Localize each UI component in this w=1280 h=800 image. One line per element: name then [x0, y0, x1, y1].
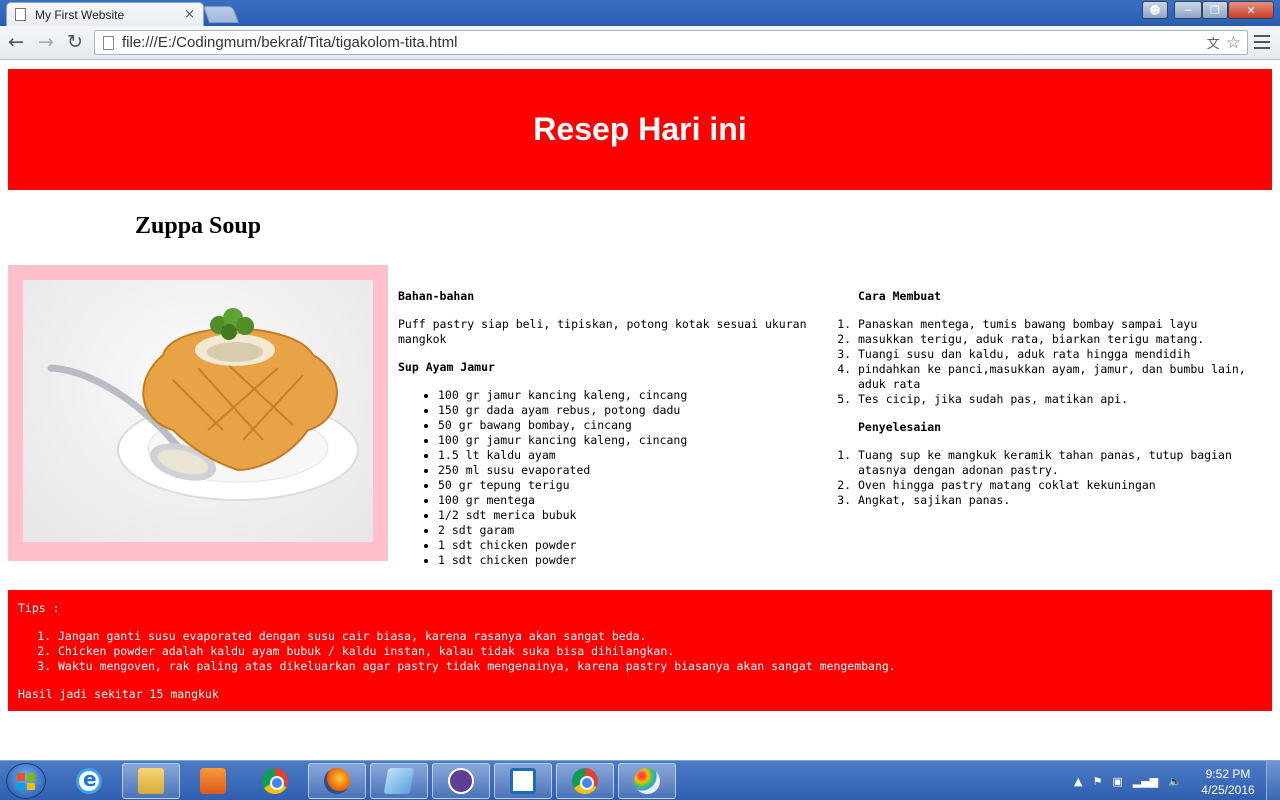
tips-section: Tips : Jangan ganti susu evaporated deng… [8, 590, 1272, 711]
zuppa-soup-photo [23, 280, 373, 542]
list-item: Tuangi susu dan kaldu, aduk rata hingga … [858, 347, 1264, 362]
translate-icon[interactable]: 文 [1207, 33, 1220, 52]
back-arrow-icon[interactable]: ← [4, 30, 28, 54]
page-title: Resep Hari ini [533, 111, 747, 147]
menu-hamburger-icon[interactable] [1254, 35, 1270, 53]
tips-heading: Tips : [18, 601, 60, 615]
network-signal-icon[interactable]: ▂▄▆ [1133, 775, 1158, 788]
notepad-icon [383, 768, 415, 794]
soup-subheading: Sup Ayam Jamur [398, 360, 495, 374]
list-item: Tuang sup ke mangkuk keramik tahan panas… [858, 448, 1264, 478]
taskbar-chrome-active[interactable] [556, 763, 614, 799]
browser-tab[interactable]: My First Website × [6, 2, 204, 26]
reload-icon[interactable]: ↻ [63, 30, 87, 54]
page-icon [15, 8, 26, 21]
taskbar-chrome[interactable] [246, 763, 304, 799]
taskbar-clock[interactable]: 9:52 PM 4/25/2016 [1196, 766, 1260, 798]
photo-frame [8, 265, 388, 561]
page-header: Resep Hari ini [8, 69, 1272, 190]
maximize-button[interactable]: ❐ [1202, 1, 1228, 19]
bookmark-star-icon[interactable]: ☆ [1226, 33, 1241, 53]
list-item: 50 gr bawang bombay, cincang [438, 418, 822, 433]
soup-illustration [47, 308, 359, 501]
taskbar-firefox[interactable] [308, 763, 366, 799]
internet-explorer-icon [76, 767, 102, 794]
list-item: 100 gr jamur kancing kaleng, cincang [438, 433, 822, 448]
list-item: 50 gr tepung terigu [438, 478, 822, 493]
method-steps: Panaskan mentega, tumis bawang bombay sa… [838, 317, 1264, 407]
taskbar-internet-explorer[interactable] [60, 763, 118, 799]
url-text[interactable]: file:///E:/Codingmum/bekraf/Tita/tigakol… [122, 34, 1207, 51]
chrome-icon [262, 768, 288, 794]
list-item: pindahkan ke panci,masukkan ayam, jamur,… [858, 362, 1264, 392]
close-window-button[interactable]: ✕ [1228, 1, 1274, 19]
github-cat-icon [448, 768, 474, 794]
finish-heading: Penyelesaian [858, 420, 942, 434]
finish-steps: Tuang sup ke mangkuk keramik tahan panas… [838, 448, 1264, 508]
windows-logo-icon [17, 773, 35, 790]
tray-expand-icon[interactable]: ▲ [1074, 775, 1082, 788]
chrome-icon [572, 768, 598, 794]
taskbar-brackets[interactable] [494, 763, 552, 799]
document-icon [103, 35, 114, 50]
list-item: 1.5 lt kaldu ayam [438, 448, 822, 463]
page-viewport: Resep Hari ini Zuppa Soup Bahan-bahan Pu… [0, 60, 1280, 760]
taskbar-media-player[interactable] [184, 763, 242, 799]
method-column: Cara Membuat Panaskan mentega, tumis baw… [838, 289, 1264, 521]
user-profile-button[interactable]: ☻ [1142, 1, 1168, 19]
list-item: 100 gr mentega [438, 493, 822, 508]
list-item: Oven hingga pastry matang coklat kekunin… [858, 478, 1264, 493]
address-bar[interactable]: file:///E:/Codingmum/bekraf/Tita/tigakol… [94, 30, 1248, 55]
taskbar-paint[interactable] [618, 763, 676, 799]
list-item: Tes cicip, jika sudah pas, matikan api. [858, 392, 1264, 407]
ingredients-column: Bahan-bahan Puff pastry siap beli, tipis… [398, 289, 822, 581]
start-button[interactable] [6, 763, 46, 799]
ingredients-list: 100 gr jamur kancing kaleng, cincang 150… [398, 388, 822, 568]
list-item: Angkat, sajikan panas. [858, 493, 1264, 508]
pastry-note: Puff pastry siap beli, tipiskan, potong … [398, 317, 807, 346]
list-item: 1 sdt chicken powder [438, 553, 822, 568]
tab-close-icon[interactable]: × [184, 7, 195, 22]
list-item: 2 sdt garam [438, 523, 822, 538]
tips-list: Jangan ganti susu evaporated dengan susu… [18, 629, 1262, 674]
show-desktop-button[interactable] [1266, 761, 1280, 800]
browser-toolbar: ← → ↻ file:///E:/Codingmum/bekraf/Tita/t… [0, 26, 1280, 60]
list-item: Panaskan mentega, tumis bawang bombay sa… [858, 317, 1264, 332]
volume-icon[interactable]: 🔈 [1168, 775, 1182, 788]
list-item: Chicken powder adalah kaldu ayam bubuk /… [58, 644, 1262, 659]
recipe-title: Zuppa Soup [135, 213, 262, 239]
action-center-flag-icon[interactable]: ⚑ [1092, 775, 1102, 788]
list-item: 150 gr dada ayam rebus, potong dadu [438, 403, 822, 418]
taskbar-file-explorer[interactable] [122, 763, 180, 799]
firefox-icon [324, 768, 350, 794]
power-icon[interactable]: ▣ [1112, 775, 1122, 788]
brackets-icon [510, 768, 536, 794]
new-tab-button[interactable] [202, 6, 240, 23]
window-titlebar: My First Website × ☻ ─ ❐ ✕ [0, 0, 1280, 26]
list-item: 100 gr jamur kancing kaleng, cincang [438, 388, 822, 403]
paint-palette-icon [634, 768, 660, 794]
clock-date: 4/25/2016 [1201, 783, 1255, 797]
clock-time: 9:52 PM [1205, 767, 1251, 781]
windows-taskbar: ▲ ⚑ ▣ ▂▄▆ 🔈 9:52 PM 4/25/2016 [0, 760, 1280, 800]
taskbar-notepad[interactable] [370, 763, 428, 799]
yield-text: Hasil jadi sekitar 15 mangkuk [18, 687, 219, 701]
taskbar-github[interactable] [432, 763, 490, 799]
tab-title: My First Website [35, 7, 125, 22]
ingredients-heading: Bahan-bahan [398, 289, 475, 303]
list-item: Waktu mengoven, rak paling atas dikeluar… [58, 659, 1262, 674]
forward-arrow-icon[interactable]: → [34, 30, 58, 54]
list-item: masukkan terigu, aduk rata, biarkan teri… [858, 332, 1264, 347]
media-player-icon [200, 768, 226, 794]
method-heading: Cara Membuat [858, 289, 942, 303]
minimize-button[interactable]: ─ [1174, 1, 1202, 19]
list-item: 1 sdt chicken powder [438, 538, 822, 553]
list-item: 1/2 sdt merica bubuk [438, 508, 822, 523]
list-item: Jangan ganti susu evaporated dengan susu… [58, 629, 1262, 644]
system-tray: ▲ ⚑ ▣ ▂▄▆ 🔈 [1074, 761, 1182, 800]
list-item: 250 ml susu evaporated [438, 463, 822, 478]
folder-icon [138, 768, 164, 794]
